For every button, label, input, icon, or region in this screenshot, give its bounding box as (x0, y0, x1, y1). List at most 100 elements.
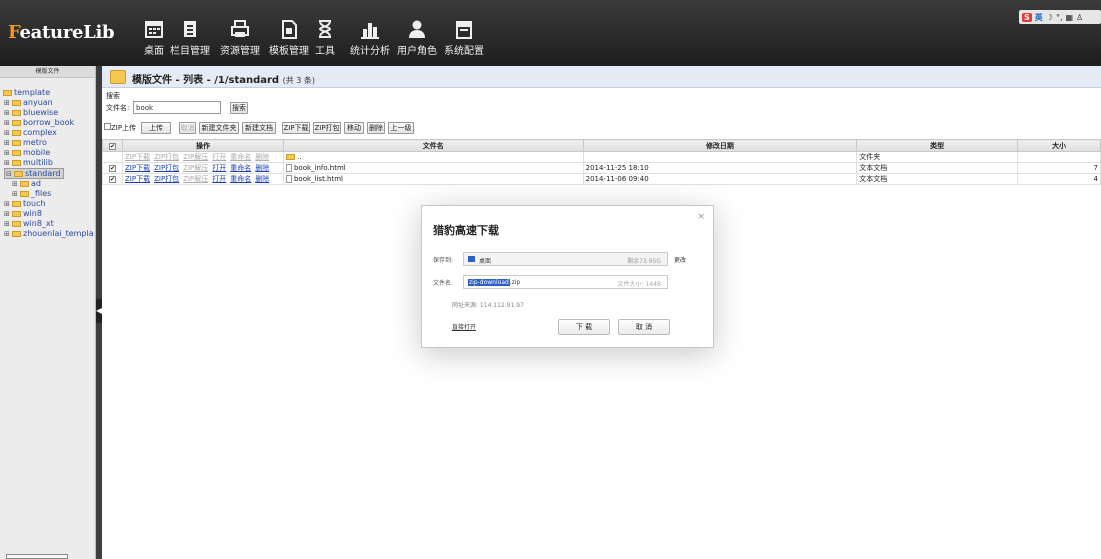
header-date[interactable]: 修改日期 (582, 139, 858, 152)
expand-icon: ⊞ (4, 129, 10, 137)
up-level-button[interactable]: 上一级 (388, 122, 414, 134)
tree-item-mobile[interactable]: ⊞ mobile (4, 148, 50, 157)
tree-item-win8-xt[interactable]: ⊞ win8_xt (4, 219, 54, 228)
tree-item-metro[interactable]: ⊞ metro (4, 138, 47, 147)
filename-input[interactable]: zip-download.zip 文件大小: 144B (463, 275, 668, 289)
date-cell: 2014-11-06 09:40 (582, 173, 858, 185)
moon-icon[interactable]: ☽ (1046, 13, 1053, 22)
header-type[interactable]: 类型 (856, 139, 1019, 152)
app-logo[interactable]: FeatureLib (8, 22, 115, 43)
nav-resource-management[interactable]: 资源管理 (216, 18, 264, 57)
zip-pack-button[interactable]: ZIP打包 (313, 122, 341, 134)
filename-label: 文件名: (106, 104, 130, 112)
folder-open-icon (110, 70, 126, 84)
nav-column-management[interactable]: 栏目管理 (166, 18, 214, 57)
user-icon (409, 20, 425, 38)
ime-brand-icon: S (1022, 12, 1032, 22)
filename-cell[interactable]: .. (282, 151, 584, 163)
expand-icon: ⊞ (4, 200, 10, 208)
expand-icon: ⊞ (4, 149, 10, 157)
top-navigation-bar: FeatureLib 桌面 栏目管理 资源管理 模板管理 工具 统计分析 用户角… (0, 0, 1101, 66)
close-icon[interactable]: × (697, 212, 705, 222)
ime-mode[interactable]: 英 (1035, 12, 1043, 23)
expand-icon: ⊞ (4, 139, 10, 147)
download-button[interactable]: 下 载 (558, 319, 610, 335)
sidebar-scrollbar[interactable] (6, 554, 68, 559)
folder-icon (20, 190, 29, 197)
tree-item-borrow-book[interactable]: ⊞ borrow_book (4, 118, 74, 127)
tree-item-complex[interactable]: ⊞ complex (4, 128, 57, 137)
zip-upload-option[interactable]: ZIP上传 (104, 123, 136, 133)
tree-item-multilib[interactable]: ⊞ multilib (4, 158, 53, 167)
calendar-icon (145, 21, 163, 38)
printer-icon (231, 20, 249, 37)
dialog-cancel-button[interactable]: 取 消 (618, 319, 670, 335)
row-checkbox[interactable]: ✔ (108, 176, 116, 183)
zip-download-button[interactable]: ZIP下载 (282, 122, 310, 134)
punctuation-icon[interactable]: °, (1056, 13, 1063, 22)
save-to-label: 保存到: (433, 257, 454, 264)
folder-icon (20, 180, 29, 187)
tree-item-touch[interactable]: ⊞ touch (4, 199, 46, 208)
desktop-icon (468, 256, 475, 262)
monitor-icon (456, 21, 472, 39)
expand-icon: ⊞ (4, 230, 10, 238)
ime-toolbar[interactable]: S 英 ☽ °, ▦ ♙ (1019, 10, 1101, 24)
table-header-row: ✔ 操作 文件名 修改日期 类型 大小 (102, 139, 1101, 152)
tree-item-win8[interactable]: ⊞ win8 (4, 209, 42, 218)
collapse-icon: ⊟ (6, 170, 12, 178)
tree-item-standard[interactable]: ⊟ standard (4, 168, 65, 179)
keyboard-icon[interactable]: ▦ (1065, 13, 1073, 22)
row-actions: ZIP下载 ZIP打包 ZIP解压 打开 重命名 删除 (121, 151, 284, 163)
search-input[interactable] (133, 101, 221, 114)
new-file-button[interactable]: 新建文档 (242, 122, 276, 134)
tree-item-ad[interactable]: ⊞ ad (12, 179, 41, 188)
folder-icon (12, 99, 21, 106)
folder-icon (12, 139, 21, 146)
nav-tools[interactable]: 工具 (301, 18, 349, 57)
search-label: 搜索 (106, 92, 120, 100)
document-icon (184, 21, 196, 37)
nav-system-config[interactable]: 系统配置 (440, 18, 488, 57)
filename-label-dialog: 文件名: (433, 280, 454, 287)
filename-cell[interactable]: book_list.html (282, 173, 584, 185)
user-menu-icon[interactable]: ♙ (1076, 13, 1083, 22)
header-size[interactable]: 大小 (1017, 139, 1101, 152)
row-checkbox[interactable]: ✔ (108, 165, 116, 172)
search-button[interactable]: 搜索 (230, 102, 248, 114)
folder-icon (12, 129, 21, 136)
header-filename[interactable]: 文件名 (282, 139, 584, 152)
tree-item-files[interactable]: ⊞ _files (12, 189, 51, 198)
delete-button[interactable]: 删除 (367, 122, 385, 134)
tree-item-template[interactable]: template (3, 88, 50, 97)
file-icon (285, 164, 292, 172)
type-cell: 文本文档 (856, 173, 1019, 185)
expand-icon: ⊞ (4, 159, 10, 167)
size-cell (1017, 151, 1101, 163)
new-folder-button[interactable]: 新建文件夹 (199, 122, 239, 134)
cancel-upload-button[interactable]: 取消 (179, 122, 196, 134)
file-icon (285, 175, 292, 183)
move-button[interactable]: 移动 (344, 122, 364, 134)
nav-users-roles[interactable]: 用户角色 (393, 18, 441, 57)
page-title: 模版文件 - 列表 - /1/standard (共 3 条) (132, 75, 315, 86)
filename-cell[interactable]: book_info.html (282, 162, 584, 174)
hourglass-icon (318, 20, 332, 38)
direct-open-link[interactable]: 直接打开 (452, 322, 476, 331)
select-all-checkbox[interactable]: ✔ (108, 142, 116, 150)
bar-chart-icon (361, 23, 379, 39)
tree-item-anyuan[interactable]: ⊞ anyuan (4, 98, 53, 107)
table-row: ✔ ZIP下载 ZIP打包 ZIP解压 打开 重命名 删除 book_info.html … (102, 162, 1101, 174)
download-dialog: × 猎豹高速下载 保存到: 桌面 剩余73.95G 更改 文件名: zip-do… (421, 205, 714, 348)
nav-statistics[interactable]: 统计分析 (346, 18, 394, 57)
change-link[interactable]: 更改 (674, 255, 686, 264)
tree-item-zhouenlai[interactable]: ⊞ zhouenlai_templa (4, 229, 94, 238)
template-icon (282, 20, 297, 39)
folder-icon (12, 230, 21, 237)
tree-item-bluewise[interactable]: ⊞ bluewise (4, 108, 58, 117)
expand-icon: ⊞ (4, 99, 10, 107)
zip-upload-radio[interactable] (104, 123, 111, 130)
save-location-select[interactable]: 桌面 剩余73.95G (463, 252, 668, 266)
select-all-header[interactable]: ✔ (102, 139, 123, 152)
upload-button[interactable]: 上传 (141, 122, 171, 134)
